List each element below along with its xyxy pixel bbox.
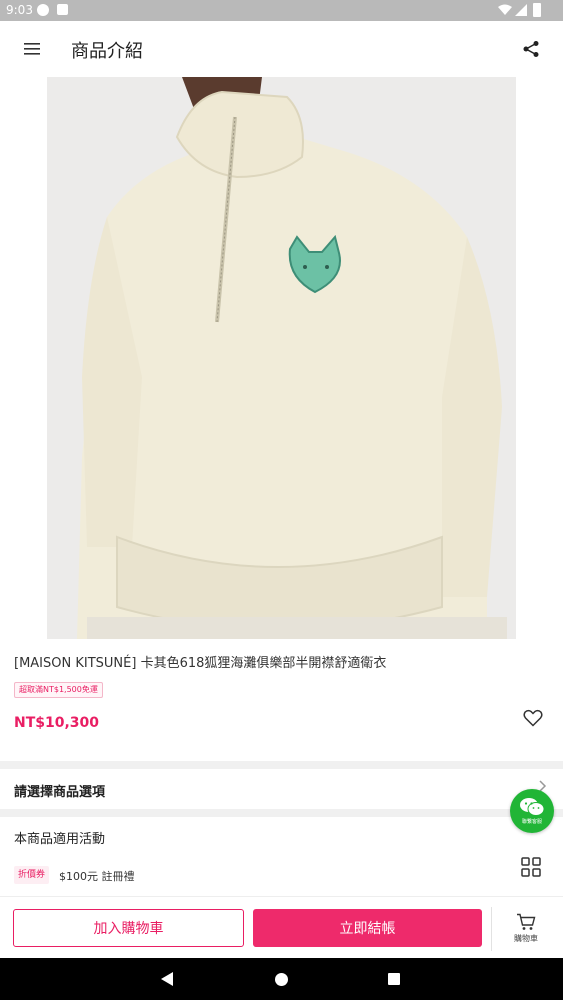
notification-app-icon (57, 4, 68, 15)
product-options-row[interactable]: 請選擇商品選項 (0, 769, 563, 809)
product-name: [MAISON KITSUNÉ] 卡其色618狐狸海灘俱樂部半開襟舒適衛衣 (14, 656, 387, 671)
divider (491, 907, 492, 951)
cart-button[interactable]: 購物車 (505, 913, 547, 953)
cart-icon (517, 913, 536, 930)
product-options-label: 請選擇商品選項 (14, 785, 106, 800)
app-bar: 商品介紹 (0, 21, 563, 77)
signal-icon (515, 4, 527, 16)
recent-apps-icon[interactable] (388, 973, 400, 985)
system-nav-bar (0, 958, 563, 1000)
sweatshirt-illustration (47, 77, 516, 639)
battery-icon (533, 3, 541, 17)
activities-title: 本商品適用活動 (14, 832, 106, 847)
wechat-contact-button[interactable]: 聯繫客服 (510, 789, 554, 833)
back-icon[interactable] (160, 971, 174, 987)
wifi-icon (498, 4, 512, 15)
favorite-button[interactable] (521, 706, 545, 730)
wechat-label: 聯繫客服 (521, 819, 542, 825)
section-divider (0, 809, 563, 817)
heart-icon (523, 709, 543, 727)
page-title: 商品介紹 (71, 41, 143, 62)
notification-dot-icon (37, 4, 49, 16)
checkout-button[interactable]: 立即結帳 (253, 909, 482, 947)
coupon-text[interactable]: $100元 註冊禮 (59, 868, 135, 884)
home-icon[interactable] (275, 973, 288, 986)
bottom-action-bar: 加入購物車 立即結帳 購物車 (0, 896, 563, 958)
cart-label: 購物車 (514, 934, 538, 943)
product-price: NT$10,300 (14, 715, 100, 731)
hamburger-menu-icon (24, 43, 40, 55)
coupon-badge: 折價券 (14, 866, 50, 884)
share-icon (523, 41, 539, 57)
grid-menu-button[interactable] (519, 855, 543, 879)
menu-button[interactable] (20, 37, 44, 61)
grid-icon (521, 857, 541, 877)
free-shipping-badge: 超取滿NT$1,500免運 (14, 682, 103, 698)
section-divider (0, 761, 563, 769)
add-to-cart-button[interactable]: 加入購物車 (13, 909, 244, 947)
wechat-icon (520, 798, 545, 816)
status-bar: 9:03 (0, 0, 563, 21)
share-button[interactable] (519, 37, 543, 61)
screen: 9:03 商品介紹 [MAISON KITSUNÉ] 卡其色618狐狸海灘俱樂部… (0, 0, 563, 1000)
status-time: 9:03 (6, 3, 33, 17)
product-image[interactable] (47, 77, 516, 639)
